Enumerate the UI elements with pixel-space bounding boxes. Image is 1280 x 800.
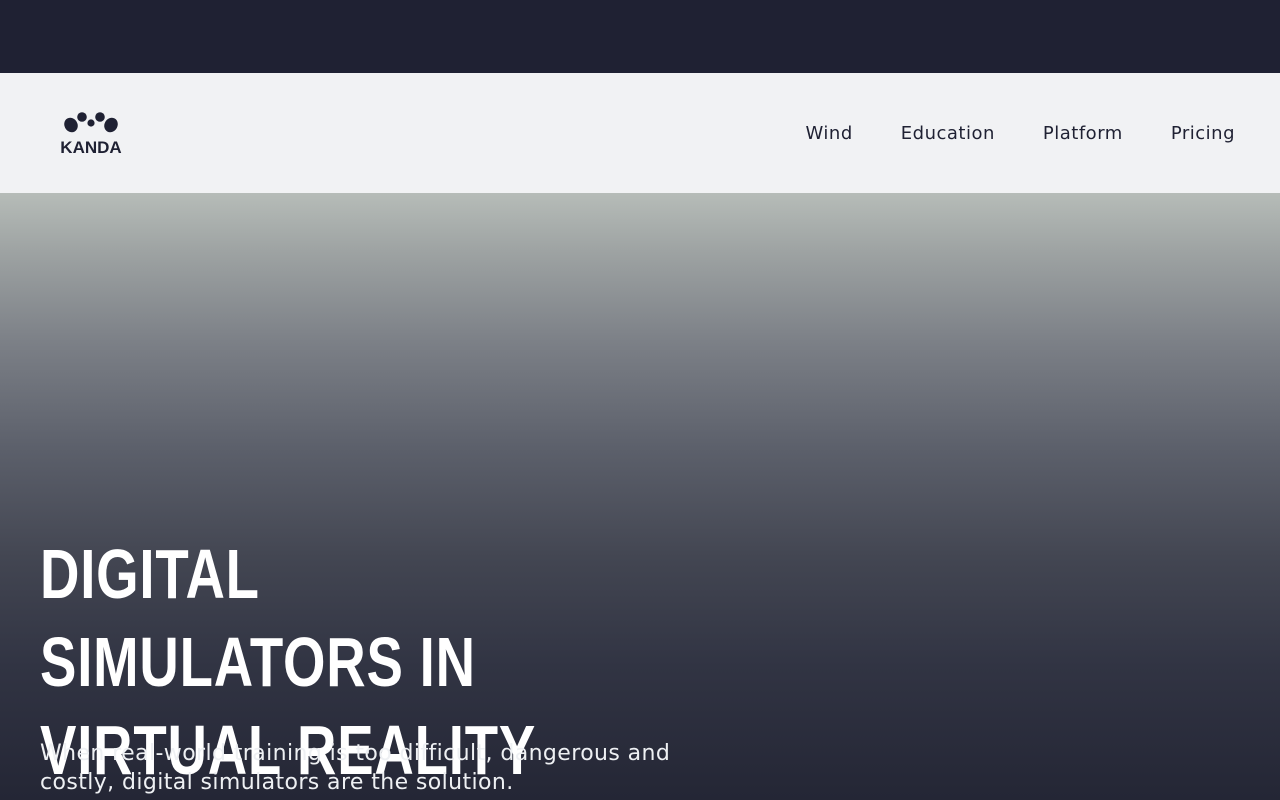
top-banner-strip [0, 0, 1280, 73]
site-header: KANDA Wind Education Platform Pricing [0, 73, 1280, 193]
hero-subtitle: When real-world training is too difficul… [40, 741, 671, 795]
hero-section: DIGITAL SIMULATORS IN VIRTUAL REALITY Wh… [0, 193, 1280, 800]
kanda-logo[interactable]: KANDA [56, 109, 126, 159]
panda-logo-icon [64, 112, 118, 133]
main-nav: Wind Education Platform Pricing [806, 73, 1235, 193]
nav-link-platform[interactable]: Platform [1043, 123, 1123, 144]
nav-link-pricing[interactable]: Pricing [1171, 123, 1235, 144]
nav-link-wind[interactable]: Wind [806, 123, 853, 144]
logo-wordmark: KANDA [60, 138, 122, 157]
nav-link-education[interactable]: Education [901, 123, 995, 144]
